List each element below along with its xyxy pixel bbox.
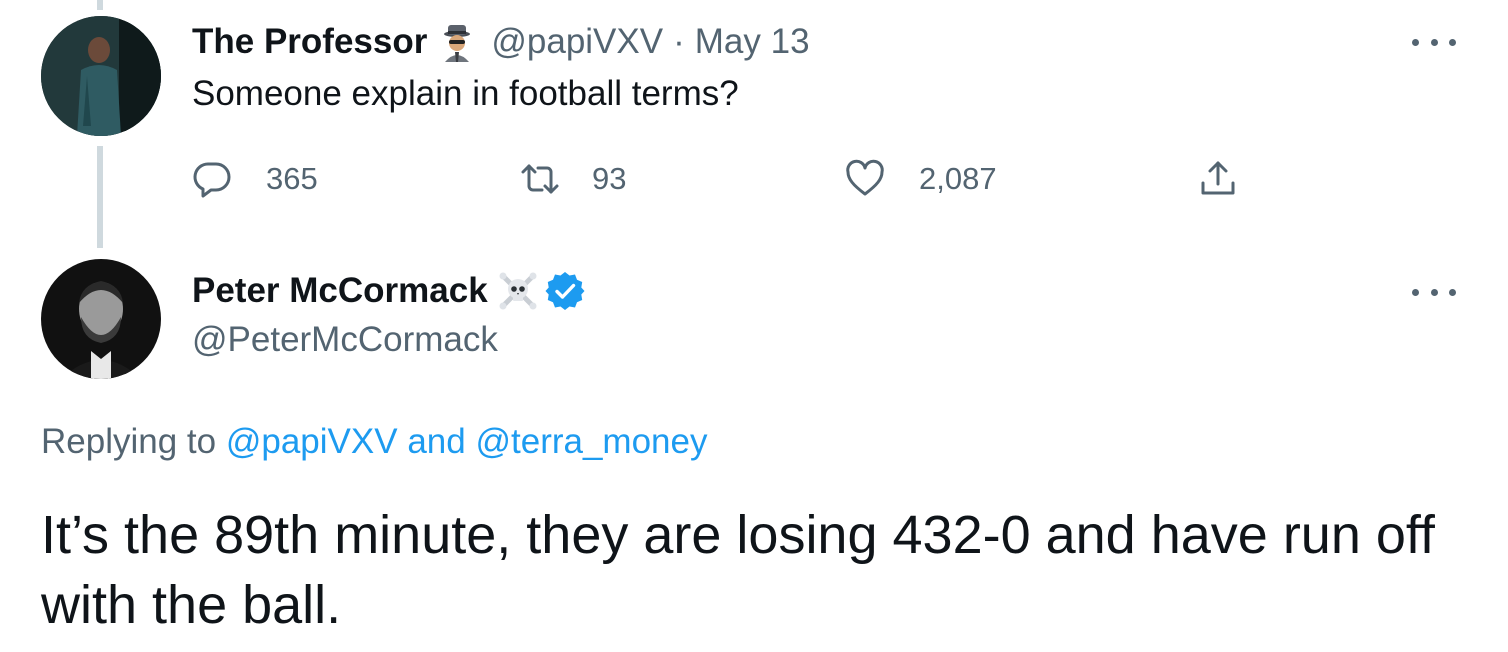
like-count: 2,087 — [919, 161, 997, 196]
dot-icon — [1430, 288, 1438, 296]
replying-to: Replying to @papiVXV and @terra_money — [41, 422, 707, 462]
like-button[interactable]: 2,087 — [845, 154, 997, 204]
heart-icon — [845, 159, 885, 199]
tweet1-header: The Professor @papiVXV · May 13 — [192, 20, 810, 64]
avatar-image — [41, 259, 161, 379]
timestamp[interactable]: May 13 — [695, 22, 810, 62]
retweet-count: 93 — [592, 161, 627, 196]
replying-prefix: Replying to — [41, 422, 217, 461]
retweet-icon — [520, 159, 560, 199]
tweet-text: Someone explain in football terms? — [192, 74, 739, 113]
thread-connector — [97, 146, 103, 248]
separator-dot: · — [673, 22, 685, 61]
tweet-actions: 365 93 2,087 — [192, 154, 1292, 204]
avatar-image — [41, 16, 161, 136]
reply-count: 365 — [266, 161, 318, 196]
display-name[interactable]: The Professor — [192, 22, 427, 62]
handle[interactable]: @papiVXV — [491, 22, 663, 62]
tweet-text: It’s the 89th minute, they are losing 43… — [41, 505, 1435, 635]
detective-emoji-icon — [437, 22, 477, 62]
avatar[interactable] — [41, 16, 161, 136]
retweet-button[interactable]: 93 — [520, 154, 626, 204]
more-options-button[interactable] — [1412, 32, 1456, 52]
dot-icon — [1449, 288, 1456, 296]
mention-link[interactable]: @papiVXV — [226, 422, 398, 461]
more-options-button[interactable] — [1412, 282, 1456, 302]
skull-and-crossbones-icon — [498, 271, 538, 311]
tweet2-header: Peter McCormack — [192, 268, 586, 314]
thread-connector-top — [97, 0, 103, 10]
share-icon — [1198, 159, 1238, 199]
verified-badge-icon — [544, 270, 586, 312]
dot-icon — [1430, 38, 1438, 46]
dot-icon — [1412, 288, 1419, 296]
replying-and: and — [407, 422, 466, 461]
display-name[interactable]: Peter McCormack — [192, 271, 488, 311]
avatar[interactable] — [41, 259, 161, 379]
mention-link[interactable]: @terra_money — [475, 422, 707, 461]
dot-icon — [1412, 38, 1419, 46]
share-button[interactable] — [1198, 154, 1238, 204]
dot-icon — [1449, 38, 1456, 46]
handle[interactable]: @PeterMcCormack — [192, 320, 498, 360]
reply-button[interactable]: 365 — [192, 154, 318, 204]
reply-icon — [192, 159, 232, 199]
